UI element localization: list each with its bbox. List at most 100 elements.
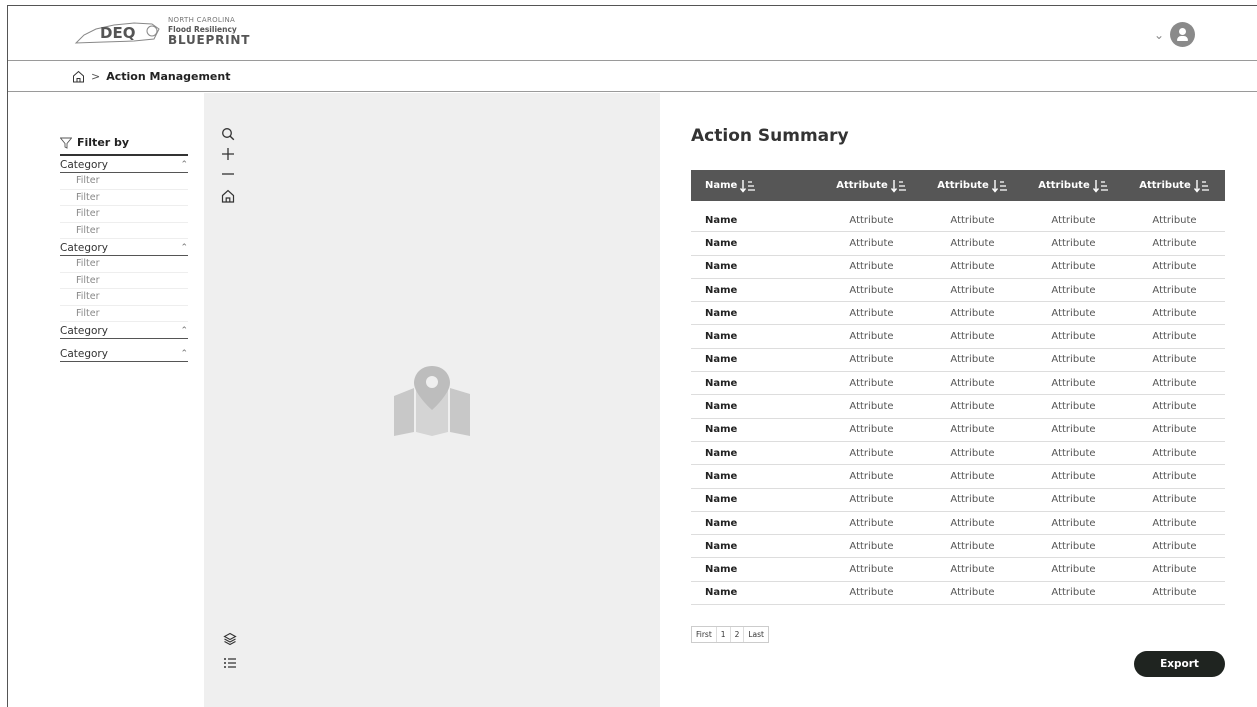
table-row[interactable]: Name Attribute Attribute Attribute Attribute <box>691 489 1225 512</box>
sort-icon[interactable] <box>890 179 907 193</box>
cell-attribute: Attribute <box>849 307 894 319</box>
chevron-up-icon[interactable]: ⌃ <box>180 349 188 359</box>
layers-icon[interactable] <box>222 631 238 647</box>
filter-option[interactable]: Filter <box>60 256 188 273</box>
list-icon[interactable] <box>222 655 238 671</box>
action-summary: Action Summary Name Attribute Attribute … <box>691 126 1225 606</box>
table-row[interactable]: Name Attribute Attribute Attribute Attribute <box>691 442 1225 466</box>
sort-icon[interactable] <box>1092 179 1109 193</box>
table-row[interactable]: Name Attribute Attribute Attribute Attribute <box>691 279 1225 303</box>
column-header-attribute[interactable]: Attribute <box>1023 179 1124 193</box>
export-button[interactable]: Export <box>1134 651 1225 677</box>
table-row[interactable]: Name Attribute Attribute Attribute Attribute <box>691 209 1225 233</box>
table-row[interactable]: Name Attribute Attribute Attribute Attribute <box>691 395 1225 419</box>
zoom-in-icon[interactable] <box>220 146 236 162</box>
cell-attribute: Attribute <box>1051 307 1096 319</box>
page-2[interactable]: 2 <box>731 627 745 642</box>
sort-icon[interactable] <box>1193 179 1210 193</box>
page-1[interactable]: 1 <box>717 627 731 642</box>
column-header-name[interactable]: Name <box>691 179 821 193</box>
table-row[interactable]: Name Attribute Attribute Attribute Attribute <box>691 512 1225 536</box>
table-row[interactable]: Name Attribute Attribute Attribute Attribute <box>691 232 1225 256</box>
table-row[interactable]: Name Attribute Attribute Attribute Attribute <box>691 535 1225 559</box>
table-row[interactable]: Name Attribute Attribute Attribute Attribute <box>691 419 1225 442</box>
chevron-up-icon[interactable]: ⌃ <box>180 160 188 170</box>
user-avatar-icon[interactable] <box>1170 22 1195 47</box>
cell-attribute: Attribute <box>849 331 894 343</box>
cell-attribute: Attribute <box>950 447 995 459</box>
category-group: Category ⌃ Filter Filter Filter Filter <box>60 156 188 239</box>
cell-attribute: Attribute <box>1152 377 1197 389</box>
search-icon[interactable] <box>220 126 236 142</box>
home-icon[interactable] <box>220 188 236 204</box>
chevron-up-icon[interactable]: ⌃ <box>180 243 188 253</box>
column-header-attribute[interactable]: Attribute <box>922 179 1023 193</box>
chevron-down-icon[interactable]: ⌄ <box>1154 28 1164 42</box>
cell-attribute: Attribute <box>1152 331 1197 343</box>
zoom-out-icon[interactable] <box>220 166 236 182</box>
table-row[interactable]: Name Attribute Attribute Attribute Attribute <box>691 302 1225 326</box>
category-toggle[interactable]: Category ⌃ <box>60 239 188 256</box>
cell-name: Name <box>705 401 738 413</box>
filter-sidebar: Filter by Category ⌃ Filter Filter Filte… <box>60 136 188 362</box>
filter-option[interactable]: Filter <box>60 273 188 289</box>
cell-attribute: Attribute <box>950 214 995 226</box>
cell-attribute: Attribute <box>950 237 995 249</box>
table-row[interactable]: Name Attribute Attribute Attribute Attribute <box>691 256 1225 279</box>
cell-name: Name <box>705 377 738 389</box>
filter-option[interactable]: Filter <box>60 289 188 306</box>
cell-name: Name <box>705 284 738 296</box>
cell-name: Name <box>705 307 738 319</box>
filter-option[interactable]: Filter <box>60 206 188 223</box>
cell-attribute: Attribute <box>1152 424 1197 436</box>
table-row[interactable]: Name Attribute Attribute Attribute Attribute <box>691 582 1225 606</box>
page-first[interactable]: First <box>692 627 717 642</box>
cell-name: Name <box>705 540 738 552</box>
table-row[interactable]: Name Attribute Attribute Attribute Attribute <box>691 465 1225 489</box>
category-toggle[interactable]: Category ⌃ <box>60 156 188 173</box>
table-row[interactable]: Name Attribute Attribute Attribute Attribute <box>691 325 1225 349</box>
cell-attribute: Attribute <box>1051 377 1096 389</box>
cell-attribute: Attribute <box>950 470 995 482</box>
cell-attribute: Attribute <box>849 517 894 529</box>
cell-name: Name <box>705 354 738 366</box>
category-toggle[interactable]: Category ⌃ <box>60 322 188 339</box>
column-header-attribute[interactable]: Attribute <box>821 179 922 193</box>
cell-name: Name <box>705 447 738 459</box>
chevron-up-icon[interactable]: ⌃ <box>180 326 188 336</box>
filter-option[interactable]: Filter <box>60 190 188 206</box>
cell-attribute: Attribute <box>849 214 894 226</box>
cell-attribute: Attribute <box>1051 424 1096 436</box>
sort-icon[interactable] <box>991 179 1008 193</box>
home-icon[interactable] <box>72 70 85 83</box>
table-row[interactable]: Name Attribute Attribute Attribute Attribute <box>691 558 1225 582</box>
page-last[interactable]: Last <box>744 627 768 642</box>
breadcrumb: > Action Management <box>8 62 1257 92</box>
logo[interactable]: DEQ NORTH CAROLINA Flood Resiliency BLUE… <box>74 16 250 47</box>
cell-attribute: Attribute <box>1051 564 1096 576</box>
user-menu[interactable]: ⌄ <box>1154 22 1195 47</box>
page-title: Action Summary <box>691 126 849 146</box>
breadcrumb-current: Action Management <box>106 70 231 83</box>
filter-icon <box>60 137 72 149</box>
table-row[interactable]: Name Attribute Attribute Attribute Attribute <box>691 372 1225 396</box>
filter-header: Filter by <box>60 136 188 156</box>
cell-attribute: Attribute <box>950 587 995 599</box>
filter-option[interactable]: Filter <box>60 306 188 322</box>
cell-attribute: Attribute <box>1152 284 1197 296</box>
filter-option[interactable]: Filter <box>60 223 188 239</box>
cell-attribute: Attribute <box>1152 307 1197 319</box>
cell-attribute: Attribute <box>849 447 894 459</box>
cell-attribute: Attribute <box>1152 237 1197 249</box>
filter-title: Filter by <box>77 136 130 149</box>
cell-attribute: Attribute <box>1051 354 1096 366</box>
cell-attribute: Attribute <box>849 540 894 552</box>
sort-icon[interactable] <box>740 179 756 193</box>
category-label: Category <box>60 242 108 254</box>
cell-attribute: Attribute <box>849 564 894 576</box>
column-header-attribute[interactable]: Attribute <box>1124 179 1225 193</box>
category-toggle[interactable]: Category ⌃ <box>60 345 188 362</box>
filter-option[interactable]: Filter <box>60 173 188 190</box>
table-row[interactable]: Name Attribute Attribute Attribute Attribute <box>691 349 1225 373</box>
cell-attribute: Attribute <box>950 540 995 552</box>
